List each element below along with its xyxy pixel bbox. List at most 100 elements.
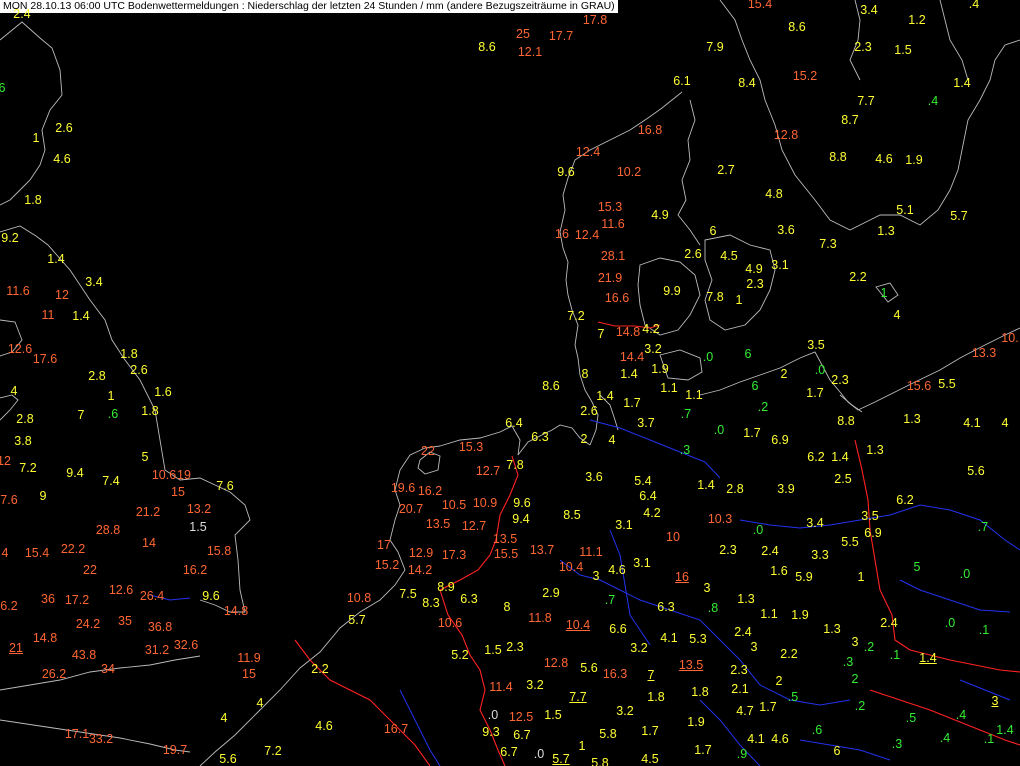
station-value: 16: [555, 227, 569, 241]
station-value: 1.1: [760, 607, 778, 621]
station-value: 15.6: [906, 379, 932, 393]
station-value: 4: [256, 696, 264, 710]
station-value: .4: [927, 94, 939, 108]
station-value: 1.4: [953, 76, 971, 90]
station-value: 3: [592, 569, 600, 583]
station-value: .7: [604, 593, 616, 607]
station-value: 6.1: [673, 74, 691, 88]
station-value: 1.8: [647, 690, 665, 704]
station-value: 5.5: [841, 535, 859, 549]
station-value: 14.8: [615, 325, 641, 339]
station-value: 10.: [1001, 331, 1019, 345]
station-value: 15.5: [493, 547, 519, 561]
station-value: 10: [666, 530, 680, 544]
station-value: 19: [177, 468, 191, 482]
station-value: 3.4: [860, 3, 878, 17]
station-value: 2: [580, 432, 588, 446]
station-value: 2.6: [684, 247, 702, 261]
station-value: 17: [377, 538, 391, 552]
station-value: 8.5: [563, 508, 581, 522]
station-value: 17.8: [582, 13, 608, 27]
station-value: 1.4: [72, 309, 90, 323]
station-value: 13.3: [971, 346, 997, 360]
station-value: 16.2: [417, 484, 443, 498]
station-value: 1.7: [694, 743, 712, 757]
station-value: 16.3: [602, 667, 628, 681]
station-value: 17.2: [64, 593, 90, 607]
station-value: 17.1: [64, 727, 90, 741]
station-value: 9.4: [512, 512, 530, 526]
station-value: 6.2: [0, 599, 18, 613]
station-value: 4.1: [660, 631, 678, 645]
station-value: 12: [55, 288, 69, 302]
station-value: 11.1: [579, 545, 603, 559]
station-value: 2: [775, 674, 783, 688]
station-value: 1.3: [877, 224, 895, 238]
station-value: 3.6: [777, 223, 795, 237]
station-value: 15.4: [24, 546, 50, 560]
station-value: 8.6: [478, 40, 496, 54]
station-value: 19.7: [162, 743, 188, 757]
station-value: 1.4: [620, 367, 638, 381]
station-value: 1.4: [996, 723, 1014, 737]
station-value: 3.1: [615, 518, 633, 532]
station-value: 2.4: [13, 7, 31, 21]
station-value: 6.4: [505, 416, 523, 430]
station-value: 2.6: [55, 121, 73, 135]
station-value: 5.7: [348, 613, 366, 627]
station-value: 7.8: [706, 290, 724, 304]
station-value: 2.5: [834, 472, 852, 486]
station-value: 25: [516, 27, 530, 41]
station-value: 4.1: [747, 732, 765, 746]
station-value: 4.8: [765, 187, 783, 201]
station-value: .1: [983, 732, 995, 746]
station-value: 4.2: [643, 506, 661, 520]
station-value: 4.6: [608, 563, 626, 577]
station-value: 28.1: [600, 249, 626, 263]
station-value: 1.5: [189, 520, 207, 534]
station-value: 15.8: [206, 544, 232, 558]
station-value: .6: [107, 407, 119, 421]
station-value: 3: [991, 694, 999, 708]
station-value: 4: [10, 384, 18, 398]
station-value: 6.7: [513, 728, 531, 742]
station-value: 9.6: [557, 165, 575, 179]
station-value: 1.9: [651, 362, 669, 376]
station-value: 5.8: [591, 756, 609, 766]
station-value: .0: [959, 567, 971, 581]
station-value: 1.3: [823, 622, 841, 636]
station-value: 6: [833, 744, 841, 758]
station-value: 2: [780, 367, 788, 381]
station-value: 2.3: [506, 640, 524, 654]
station-value: 1.4: [47, 252, 65, 266]
station-value: 1.4: [596, 389, 614, 403]
station-value: 12.7: [475, 464, 501, 478]
station-value: 5.6: [967, 464, 985, 478]
station-value: 28.8: [95, 523, 121, 537]
station-value: 13.2: [186, 502, 212, 516]
station-value: 13.5: [425, 517, 451, 531]
station-value: 2.6: [580, 404, 598, 418]
station-value: 8.3: [422, 596, 440, 610]
station-value: 7.4: [102, 474, 120, 488]
station-value: 10.2: [616, 165, 642, 179]
station-value: 13.5: [492, 532, 518, 546]
station-value: 8.9: [437, 580, 455, 594]
station-value: .7: [680, 407, 692, 421]
precipitation-map: MON 28.10.13 06:00 UTC Bodenwettermeldun…: [0, 0, 1020, 766]
station-value: .0: [713, 423, 725, 437]
station-value: 1.7: [623, 396, 641, 410]
station-value: 4.2: [642, 322, 660, 336]
station-value: 12.1: [517, 45, 543, 59]
station-value: 11.9: [237, 651, 261, 665]
station-value: 15.2: [374, 558, 400, 572]
station-value: 5.7: [552, 752, 570, 766]
station-value: 9.4: [66, 466, 84, 480]
station-value: 6.4: [639, 489, 657, 503]
station-value: 1.8: [120, 347, 138, 361]
station-value: .2: [757, 400, 769, 414]
station-value: 15.3: [597, 200, 623, 214]
station-value: 7.2: [264, 744, 282, 758]
station-value: 3.6: [585, 470, 603, 484]
station-value: 1: [32, 131, 40, 145]
